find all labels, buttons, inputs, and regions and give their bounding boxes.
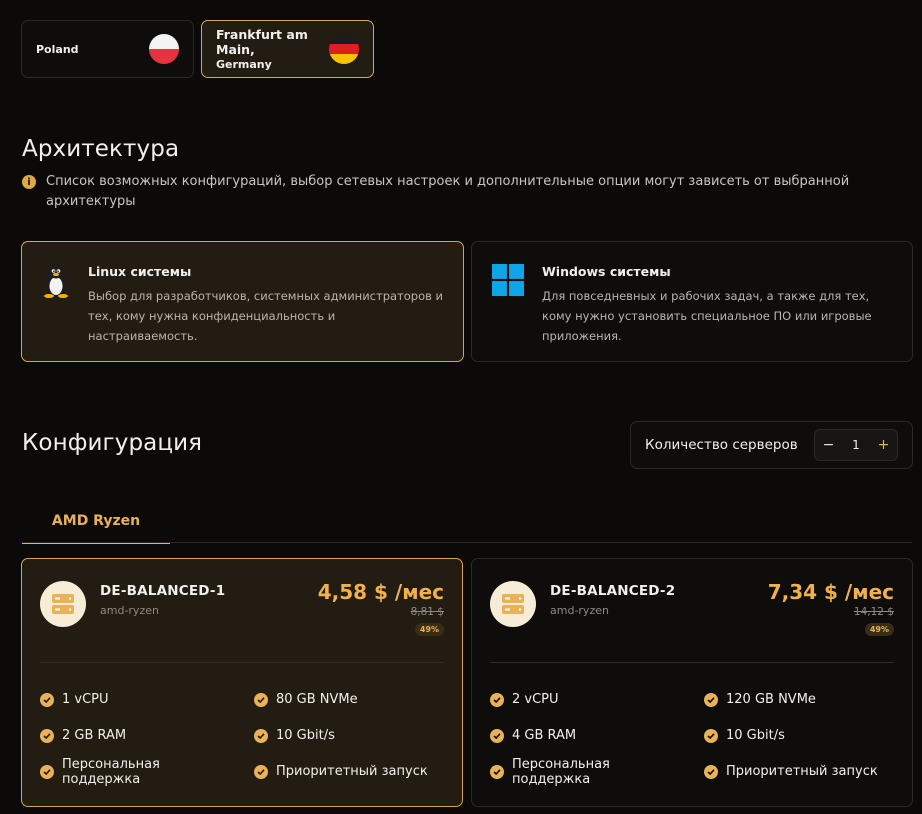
plan-divider xyxy=(490,662,894,663)
plan-feature: Персональная поддержка xyxy=(490,757,640,787)
plan-feature: 2 GB RAM xyxy=(40,728,126,743)
plan-feature: Персональная поддержка xyxy=(40,757,190,787)
server-count-stepper: − 1 + xyxy=(814,429,898,461)
check-icon xyxy=(40,692,54,707)
plan-name: DE-BALANCED-1 xyxy=(100,583,226,599)
plan-feature-text: 4 GB RAM xyxy=(512,728,577,743)
plan-feature-text: 10 Gbit/s xyxy=(726,728,785,743)
plan-subtitle: amd-ryzen xyxy=(100,604,159,617)
germany-flag-icon xyxy=(329,34,359,64)
check-icon xyxy=(490,728,504,743)
plan-feature: 10 Gbit/s xyxy=(704,728,785,743)
tux-icon xyxy=(44,265,68,298)
architecture-info-text: Список возможных конфигураций, выбор сет… xyxy=(46,174,850,209)
architecture-info: i Список возможных конфигураций, выбор с… xyxy=(22,172,902,212)
plan-feature-text: 2 GB RAM xyxy=(62,728,127,743)
check-icon xyxy=(704,692,718,707)
discount-badge: 49% xyxy=(864,623,894,636)
plan-feature-text: 80 GB NVMe xyxy=(276,692,358,707)
plan-feature-text: Персональная поддержка xyxy=(512,757,610,787)
plan-feature: 2 vCPU xyxy=(490,692,559,707)
plan-feature: Приоритетный запуск xyxy=(704,764,878,779)
windows-icon xyxy=(492,264,524,296)
location-card-poland[interactable]: Poland xyxy=(21,20,194,78)
os-option-description: Для повседневных и рабочих задач, а такж… xyxy=(542,289,872,343)
plan-divider xyxy=(40,662,444,663)
plan-subtitle: amd-ryzen xyxy=(550,604,609,617)
info-icon: i xyxy=(22,175,36,189)
check-icon xyxy=(254,764,268,779)
location-label-line: Frankfurt am xyxy=(216,26,308,42)
location-card-germany[interactable]: Frankfurt am Main, Germany xyxy=(201,20,374,78)
plan-feature-text: Приоритетный запуск xyxy=(726,764,878,779)
plan-old-price: 8,81 $ xyxy=(410,606,444,618)
plan-price: 4,58 $ /мес xyxy=(317,580,444,604)
location-label-line: Germany xyxy=(216,57,272,71)
location-label: Poland xyxy=(36,42,79,56)
check-icon xyxy=(490,692,504,707)
check-icon xyxy=(40,765,54,779)
check-icon xyxy=(704,764,718,779)
increment-button[interactable]: + xyxy=(870,430,897,460)
plan-feature: 1 vCPU xyxy=(40,692,109,707)
check-icon xyxy=(254,728,268,743)
plan-feature: Приоритетный запуск xyxy=(254,764,428,779)
plan-feature-text: Персональная поддержка xyxy=(62,757,160,787)
plan-name: DE-BALANCED-2 xyxy=(550,583,676,599)
server-count-box: Количество серверов − 1 + xyxy=(630,421,913,469)
plan-feature-text: Приоритетный запуск xyxy=(276,764,428,779)
os-option-title: Linux системы xyxy=(88,264,192,279)
server-count-value[interactable]: 1 xyxy=(842,438,870,452)
plan-feature-text: 1 vCPU xyxy=(62,692,109,707)
plan-price: 7,34 $ /мес xyxy=(767,580,894,604)
poland-flag-icon xyxy=(149,34,179,64)
check-icon xyxy=(704,728,718,743)
location-label: Frankfurt am Main, Germany xyxy=(216,27,329,72)
os-option-description: Выбор для разработчиков, системных админ… xyxy=(88,289,444,343)
plan-card-de-balanced-1[interactable]: DE-BALANCED-1 amd-ryzen 4,58 $ /мес 8,81… xyxy=(21,558,463,807)
plan-feature-text: 120 GB NVMe xyxy=(726,692,816,707)
plan-feature: 80 GB NVMe xyxy=(254,692,358,707)
os-option-linux[interactable]: Linux системы Выбор для разработчиков, с… xyxy=(21,241,464,362)
plan-feature: 10 Gbit/s xyxy=(254,728,335,743)
os-option-title: Windows системы xyxy=(542,264,671,279)
plan-feature-text: 2 vCPU xyxy=(512,692,559,707)
tab-amd-ryzen[interactable]: AMD Ryzen xyxy=(22,504,170,544)
check-icon xyxy=(254,692,268,707)
tab-divider xyxy=(22,542,912,543)
os-option-windows[interactable]: Windows системы Для повседневных и рабоч… xyxy=(471,241,913,362)
plan-feature: 120 GB NVMe xyxy=(704,692,816,707)
server-icon xyxy=(40,581,86,627)
plan-card-de-balanced-2[interactable]: DE-BALANCED-2 amd-ryzen 7,34 $ /мес 14,1… xyxy=(471,558,913,807)
discount-badge: 49% xyxy=(414,623,444,636)
plan-feature: 4 GB RAM xyxy=(490,728,576,743)
server-count-label: Количество серверов xyxy=(645,437,798,453)
section-title-architecture: Архитектура xyxy=(22,136,180,162)
server-icon xyxy=(490,581,536,627)
check-icon xyxy=(490,765,504,779)
check-icon xyxy=(40,728,54,743)
decrement-button[interactable]: − xyxy=(815,430,842,460)
plan-feature-text: 10 Gbit/s xyxy=(276,728,335,743)
section-title-configuration: Конфигурация xyxy=(22,430,203,456)
plan-old-price: 14,12 $ xyxy=(853,606,894,618)
location-label-line: Main, xyxy=(216,41,255,57)
